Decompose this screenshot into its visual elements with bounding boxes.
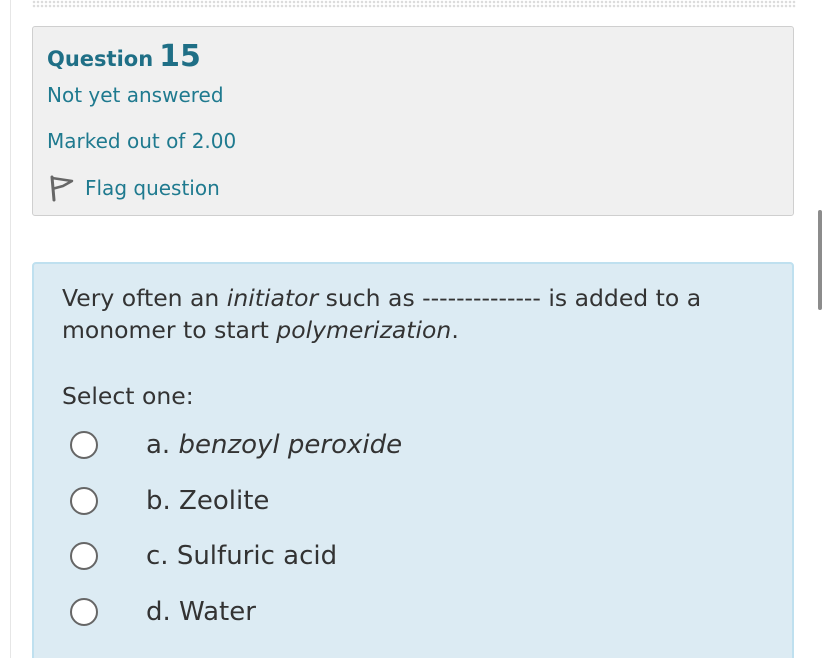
quiz-page: Question 15 Not yet answered Marked out o… [0,0,828,658]
option-a-radio[interactable] [70,431,98,459]
option-b-text: Zeolite [179,486,270,516]
question-title: Question 15 [47,39,201,74]
top-divider [32,0,796,8]
question-content-panel: Very often an initiator such as --------… [32,262,794,658]
answer-status: Not yet answered [47,83,224,107]
scrollbar[interactable] [818,210,822,310]
question-text-polymerization: polymerization [276,316,452,344]
flag-icon[interactable] [47,173,77,203]
option-b-label[interactable]: b. Zeolite [146,484,269,518]
flag-question-label[interactable]: Flag question [85,176,220,200]
question-text-part-1: Very often an [62,284,227,312]
option-a-text: benzoyl peroxide [178,430,403,460]
page-left-border [10,0,11,658]
option-d-radio[interactable] [70,598,98,626]
select-one-label: Select one: [62,382,194,410]
question-label: Question [47,47,154,71]
option-b-radio[interactable] [70,487,98,515]
flag-question-button[interactable]: Flag question [47,173,220,203]
option-b[interactable]: b. Zeolite [70,484,670,524]
question-text-initiator: initiator [226,284,319,312]
option-c-radio[interactable] [70,542,98,570]
option-c-label[interactable]: c. Sulfuric acid [146,539,337,573]
option-d-letter: d. [146,597,180,627]
option-d[interactable]: d. Water [70,595,670,635]
option-a[interactable]: a. benzoyl peroxide [70,428,670,468]
option-d-text: Water [179,597,256,627]
question-text-part-3: . [451,316,459,344]
option-b-letter: b. [146,486,180,516]
option-a-letter: a. [146,430,179,460]
marked-out-of: Marked out of 2.00 [47,129,237,153]
option-d-label[interactable]: d. Water [146,595,256,629]
question-text: Very often an initiator such as --------… [62,282,762,346]
option-c-letter: c. [146,541,177,571]
question-number: 15 [159,39,201,74]
option-c[interactable]: c. Sulfuric acid [70,539,670,579]
question-info-panel: Question 15 Not yet answered Marked out o… [32,26,794,216]
option-c-text: Sulfuric acid [176,541,338,571]
option-a-label[interactable]: a. benzoyl peroxide [146,428,402,462]
